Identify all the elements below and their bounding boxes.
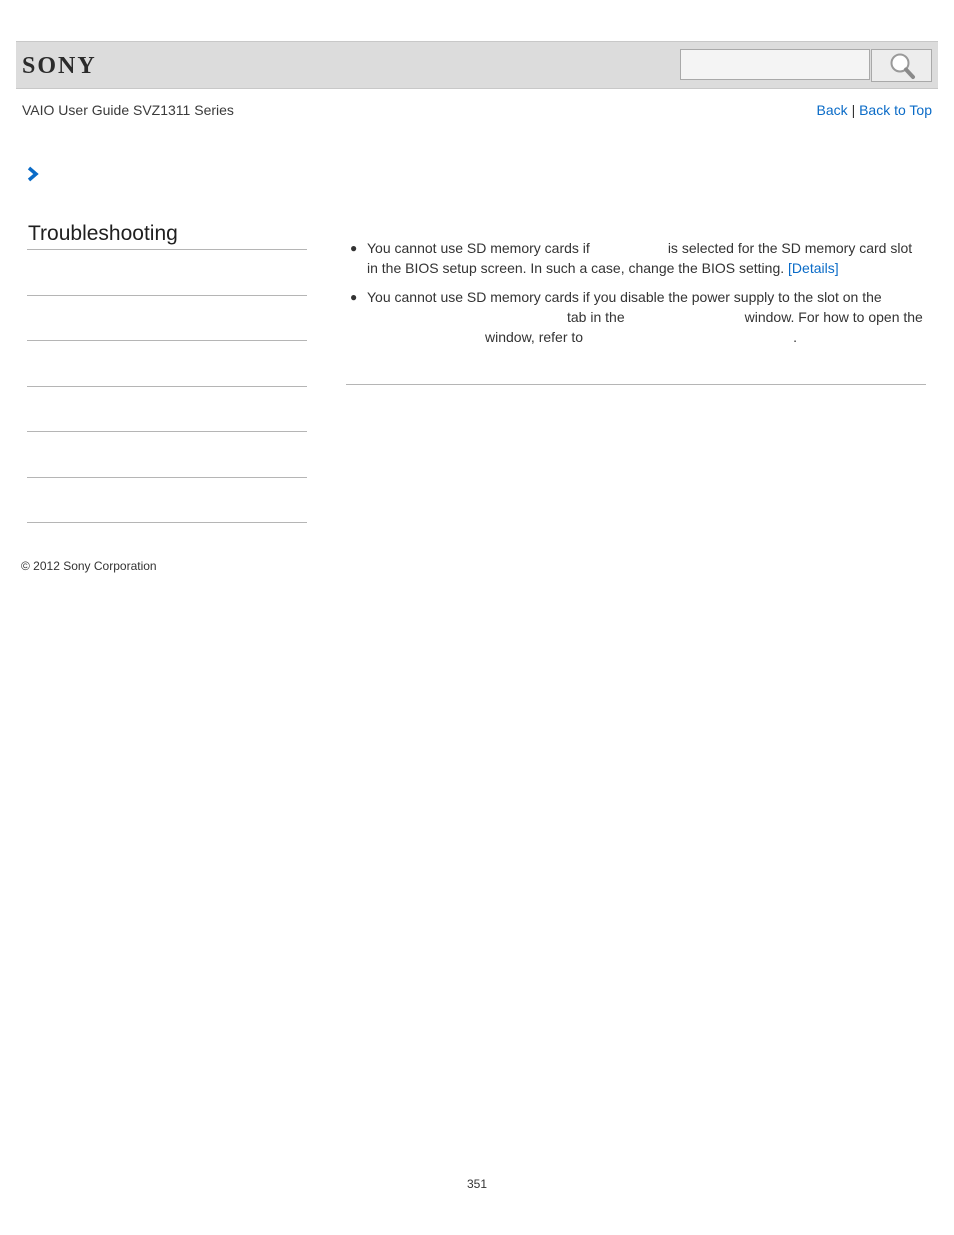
search-input[interactable] xyxy=(680,49,870,80)
sidebar-divider xyxy=(27,522,307,523)
bullet-dot: ● xyxy=(350,290,358,304)
sidebar-divider xyxy=(27,249,307,250)
copyright: © 2012 Sony Corporation xyxy=(21,559,157,573)
bullet2-text-1: You cannot use SD memory cards if you di… xyxy=(367,289,882,305)
details-link[interactable]: [Details] xyxy=(788,260,839,276)
bullet1-text-1: You cannot use SD memory cards if xyxy=(367,240,590,256)
search-button[interactable] xyxy=(871,49,932,82)
sidebar-divider xyxy=(27,386,307,387)
page-number: 351 xyxy=(466,1177,488,1191)
chevron-right-icon[interactable] xyxy=(26,165,40,183)
back-link[interactable]: Back xyxy=(817,102,848,118)
main-content: ● You cannot use SD memory cards if is se… xyxy=(345,238,925,356)
top-links: Back | Back to Top xyxy=(817,102,932,118)
header-bar: SONY xyxy=(16,41,938,89)
guide-title: VAIO User Guide SVZ1311 Series xyxy=(22,102,234,118)
sidebar-divider xyxy=(27,340,307,341)
sidebar-divider xyxy=(27,477,307,478)
sidebar-divider xyxy=(27,431,307,432)
list-item: ● You cannot use SD memory cards if you … xyxy=(345,287,925,347)
bullet2-text-2: tab in the xyxy=(567,309,625,325)
sony-logo: SONY xyxy=(22,53,97,79)
search-icon xyxy=(890,53,915,79)
sidebar-divider xyxy=(27,295,307,296)
bullet2-text-4: window, refer to xyxy=(485,329,584,345)
bullet2-text-5: . xyxy=(793,329,797,345)
content-divider xyxy=(346,384,926,385)
link-separator: | xyxy=(851,102,856,118)
back-to-top-link[interactable]: Back to Top xyxy=(859,102,932,118)
bullet2-text-3: window. For how to open the xyxy=(744,309,923,325)
sidebar-section-title: Troubleshooting xyxy=(28,222,178,245)
list-item: ● You cannot use SD memory cards if is se… xyxy=(345,238,925,278)
bullet-dot: ● xyxy=(350,241,358,255)
